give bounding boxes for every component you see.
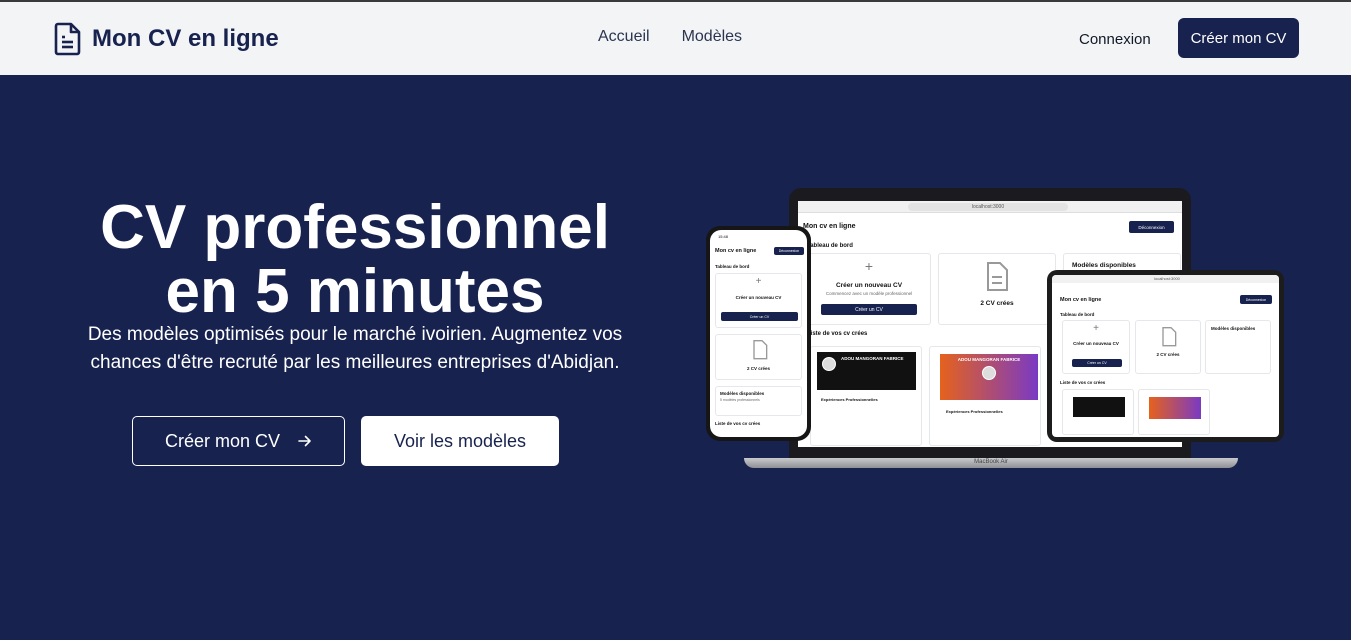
brand-title: Mon CV en ligne [92, 25, 279, 52]
phone-models-card: Modèles disponibles 5 modèles profession… [715, 386, 802, 416]
tablet-mockup: localhost:3000 Mon cv en ligne Déconnexi… [1047, 270, 1284, 442]
hero-subtitle-line2: chances d'être recruté par les meilleure… [90, 352, 620, 373]
laptop-app-title: Mon cv en ligne [803, 223, 856, 230]
laptop-create-button: Créer un CV [821, 304, 917, 315]
hero-title: CV professionnel en 5 minutes [60, 196, 650, 324]
login-link[interactable]: Connexion [1079, 31, 1151, 48]
phone-mockup: 15:48 Mon cv en ligne Déconnexion Tablea… [706, 226, 811, 441]
tablet-list-title: Liste de vos cv crées [1060, 380, 1106, 385]
tablet-create-card: + Créer un nouveau CV Créer un CV [1062, 320, 1130, 374]
hero-subtitle: Des modèles optimisés pour le marché ivo… [60, 321, 650, 377]
tablet-app-title: Mon cv en ligne [1060, 297, 1102, 303]
laptop-create-title: Créer un nouveau CV [835, 282, 903, 289]
tablet-logout: Déconnexion [1240, 295, 1272, 304]
phone-time: 15:48 [718, 234, 729, 239]
phone-create-title: Créer un nouveau CV [735, 295, 782, 300]
cv-preview-dark [1073, 397, 1125, 417]
tablet-models-title: Modèles disponibles [1211, 326, 1256, 331]
hero-subtitle-line1: Des modèles optimisés pour le marché ivo… [87, 324, 623, 345]
tablet-models-card: Modèles disponibles [1205, 320, 1271, 374]
cv-name-2: ADOU MANGORAN FABRICE [957, 357, 1021, 362]
file-icon [753, 340, 768, 360]
laptop-logout-button: Déconnexion [1129, 221, 1174, 233]
hero-create-cv-label: Créer mon CV [164, 430, 281, 451]
phone-models-title: Modèles disponibles [720, 391, 765, 396]
plus-icon: + [864, 258, 874, 274]
tablet-cv-card-1 [1062, 389, 1134, 435]
laptop-models-title: Modèles disponibles [1072, 262, 1136, 269]
hero-title-line2: en 5 minutes [165, 257, 545, 326]
tablet-count-card: 2 CV crées [1135, 320, 1201, 374]
view-models-button[interactable]: Voir les modèles [361, 416, 559, 466]
laptop-cv-card-2: ADOU MANGORAN FABRICE Expériences Profes… [929, 346, 1041, 446]
laptop-base: MacBook Air [744, 458, 1238, 468]
phone-screen: 15:48 Mon cv en ligne Déconnexion Tablea… [710, 230, 807, 437]
tablet-screen: localhost:3000 Mon cv en ligne Déconnexi… [1052, 275, 1279, 437]
phone-models-sub: 5 modèles professionnels [720, 398, 760, 402]
main-nav: Accueil Modèles [598, 28, 742, 46]
cv-experience: Expériences Professionnelles [821, 397, 878, 402]
cv-experience-2: Expériences Professionnelles [946, 409, 1003, 414]
hero-create-cv-button[interactable]: Créer mon CV [132, 416, 345, 466]
avatar [822, 357, 836, 371]
nav-link-accueil[interactable]: Accueil [598, 28, 650, 46]
file-icon [987, 262, 1008, 291]
phone-create-button: Créer un CV [721, 312, 798, 321]
cv-preview-orange: ADOU MANGORAN FABRICE [940, 354, 1038, 400]
laptop-create-card: + Créer un nouveau CV Commencez avec un … [807, 253, 931, 325]
laptop-label: MacBook Air [974, 459, 1008, 465]
nav-link-modeles[interactable]: Modèles [682, 28, 742, 46]
cv-name: ADOU MANGORAN FABRICE [841, 356, 904, 361]
laptop-count-card: 2 CV crées [938, 253, 1056, 325]
tablet-url: localhost:3000 [1154, 276, 1180, 281]
laptop-dashboard-title: Tableau de bord [807, 243, 853, 249]
phone-count-card: 2 CV crées [715, 334, 802, 380]
browser-url: localhost:3000 [908, 203, 1068, 211]
laptop-cv-card-1: ADOU MANGORAN FABRICE Expériences Profes… [810, 346, 922, 446]
tablet-dashboard: Tableau de bord [1060, 312, 1095, 317]
cv-preview-orange [1149, 397, 1201, 419]
laptop-cv-count: 2 CV crées [980, 300, 1014, 307]
arrow-right-icon [298, 435, 311, 447]
phone-list-title: Liste de vos cv crées [715, 421, 761, 426]
laptop-create-sub: Commencez avec un modèle professionnel [825, 291, 913, 296]
phone-cv-count: 2 CV crées [746, 366, 771, 371]
header-create-cv-button[interactable]: Créer mon CV [1178, 18, 1299, 58]
hero-title-line1: CV professionnel [100, 193, 610, 262]
cv-preview-dark: ADOU MANGORAN FABRICE [817, 352, 916, 390]
brand[interactable]: Mon CV en ligne [54, 22, 279, 56]
avatar [982, 366, 996, 380]
plus-icon: + [755, 276, 762, 287]
laptop-list-title: Liste de vos cv crées [807, 331, 868, 337]
phone-logout: Déconnexion [774, 247, 804, 255]
browser-bar: localhost:3000 [798, 201, 1182, 213]
tablet-cv-card-2 [1138, 389, 1210, 435]
phone-create-card: + Créer un nouveau CV Créer un CV [715, 273, 802, 328]
site-header: Mon CV en ligne Accueil Modèles Connexio… [0, 2, 1351, 75]
tablet-create-button: Créer un CV [1072, 359, 1122, 367]
document-icon [54, 22, 81, 56]
phone-app-title: Mon cv en ligne [715, 248, 757, 254]
tablet-cv-count: 2 CV crées [1156, 352, 1180, 357]
tablet-create-title: Créer un nouveau CV [1073, 341, 1119, 346]
phone-dashboard: Tableau de bord [715, 264, 750, 269]
file-icon [1162, 327, 1177, 347]
tablet-browser-bar: localhost:3000 [1052, 275, 1279, 283]
plus-icon: + [1093, 323, 1099, 334]
